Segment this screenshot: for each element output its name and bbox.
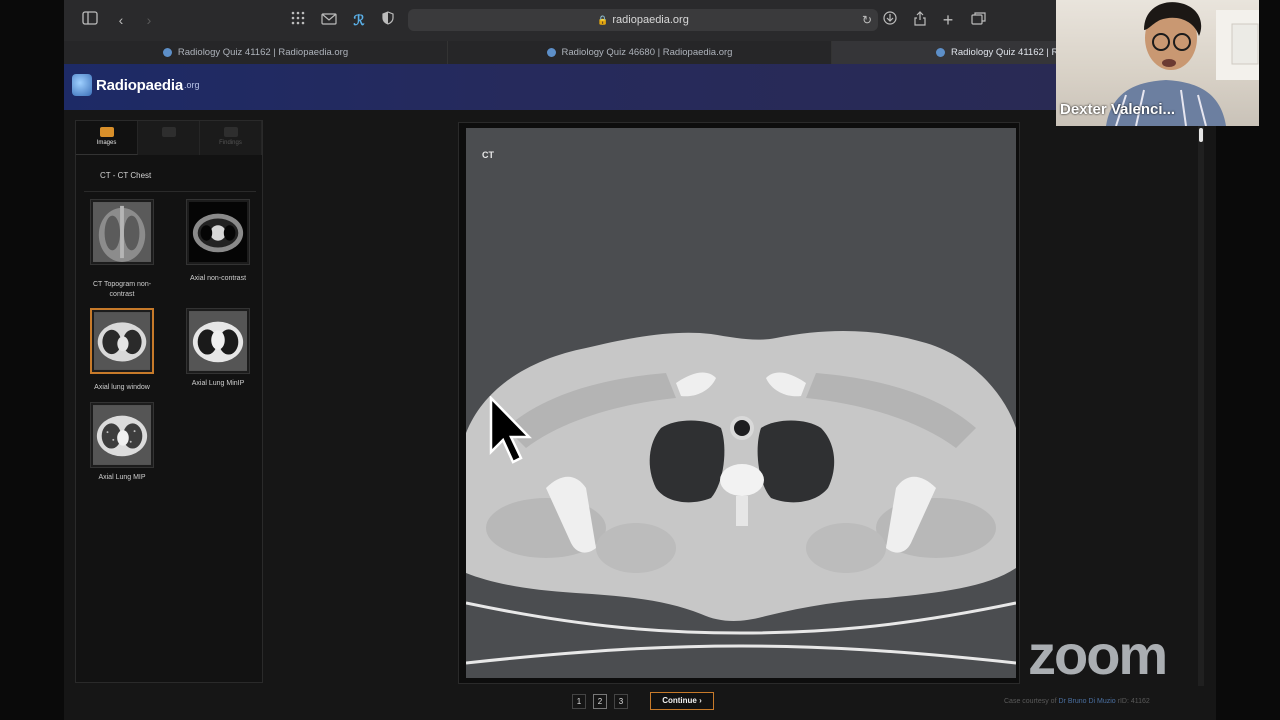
screen: ‹ › ℛ 🔒 radiopaedia.org ↻ + Radiology Qu… (0, 0, 1280, 720)
scrollbar[interactable] (1198, 126, 1204, 686)
mouse-cursor-icon (489, 396, 532, 464)
chevron-right-icon: › (699, 696, 702, 705)
ct-scan-image (466, 128, 1016, 678)
continue-label: Continue (662, 696, 697, 705)
thumbnail-topogram[interactable] (90, 199, 154, 265)
url-text: radiopaedia.org (612, 14, 689, 26)
axial-lung-minip-thumbnail-image (189, 311, 247, 371)
thumbnail-label: Axial Lung MinIP (191, 380, 245, 387)
rid-text: rID: 41162 (1117, 698, 1150, 705)
ct-image[interactable]: CT (466, 128, 1016, 678)
divider (84, 191, 256, 192)
forward-icon[interactable]: › (139, 11, 159, 29)
mail-icon[interactable] (319, 11, 339, 29)
download-icon[interactable] (880, 11, 900, 29)
browser-window: ‹ › ℛ 🔒 radiopaedia.org ↻ + Radiology Qu… (64, 0, 1216, 720)
axial-non-contrast-thumbnail-image (189, 202, 247, 262)
tab-quiz-46680[interactable]: Radiology Quiz 46680 | Radiopaedia.org (448, 41, 832, 64)
image-series-panel: Images Findings CT - CT Chest CT Topogra… (75, 120, 263, 683)
image-viewer[interactable]: CT (458, 122, 1020, 684)
extension-icon[interactable]: ℛ (349, 11, 369, 29)
thumbnail-label: Axial non-contrast (189, 275, 247, 282)
grid-icon[interactable] (288, 11, 308, 29)
reload-icon[interactable]: ↻ (862, 9, 872, 31)
tab-findings-label: Findings (219, 140, 242, 146)
findings-icon (223, 127, 238, 137)
tab-second[interactable] (138, 121, 200, 155)
tab-title: Radiology Quiz 41162 | Ra (951, 47, 1064, 58)
modality-label: CT (482, 150, 494, 160)
tab-findings[interactable]: Findings (200, 121, 262, 155)
axial-lung-mip-thumbnail-image (93, 405, 151, 465)
thumbnail-axial-lung-mip[interactable] (90, 402, 154, 468)
tab-title: Radiology Quiz 41162 | Radiopaedia.org (177, 47, 349, 58)
courtesy-prefix: Case courtesy of (1004, 698, 1057, 705)
site-header: Radiopaedia .org (64, 64, 1216, 110)
browser-toolbar: ‹ › ℛ 🔒 radiopaedia.org ↻ + (64, 0, 1216, 41)
thumbnail-label: CT Topogram non-contrast (92, 281, 152, 298)
share-icon[interactable] (910, 11, 930, 29)
tab-overview-icon[interactable] (968, 11, 988, 29)
page-1-button[interactable]: 1 (572, 693, 586, 709)
thumbnail-axial-lung-minip[interactable] (186, 308, 250, 374)
brain-logo-icon (72, 74, 92, 96)
thumbnail-label: Axial Lung MIP (98, 474, 146, 481)
thumbnail-axial-lung-window[interactable] (90, 308, 154, 374)
tab-title: Radiology Quiz 46680 | Radiopaedia.org (561, 47, 733, 58)
tab-bar: Radiology Quiz 41162 | Radiopaedia.org R… (64, 41, 1216, 64)
images-icon (99, 127, 114, 137)
axial-lung-window-thumbnail-image (94, 312, 150, 370)
page-3-button[interactable]: 3 (614, 693, 628, 709)
zoom-watermark: zoom (1028, 623, 1168, 686)
shield-icon[interactable] (378, 11, 398, 29)
thumbnail-label: Axial lung window (94, 384, 150, 391)
thumbnail-axial-non-contrast[interactable] (186, 199, 250, 265)
participant-name: Dexter Valenci... (1060, 101, 1176, 118)
image-pager: 1 2 3 Continue › (572, 692, 714, 710)
logo-text: Radiopaedia (96, 76, 183, 94)
radiopaedia-logo[interactable]: Radiopaedia .org (72, 74, 200, 96)
scrollbar-thumb[interactable] (1199, 128, 1203, 142)
case-courtesy: Case courtesy of Dr Bruno Di Muzio rID: … (1004, 698, 1150, 705)
address-bar[interactable]: 🔒 radiopaedia.org ↻ (408, 9, 878, 31)
favicon-icon (936, 48, 945, 57)
tab-images[interactable]: Images (76, 121, 138, 155)
lock-icon: 🔒 (597, 15, 609, 25)
page-2-button[interactable]: 2 (593, 693, 607, 709)
logo-suffix: .org (184, 80, 200, 90)
participant-video: Dexter Valenci... (1056, 0, 1259, 126)
topogram-thumbnail-image (93, 202, 151, 262)
favicon-icon (162, 48, 172, 57)
tab-images-label: Images (96, 140, 117, 146)
new-tab-icon[interactable]: + (938, 11, 958, 29)
continue-button[interactable]: Continue › (650, 692, 714, 710)
back-icon[interactable]: ‹ (111, 11, 131, 29)
sidebar-icon[interactable] (80, 11, 100, 29)
series-title: CT - CT Chest (100, 171, 152, 180)
courtesy-author-link[interactable]: Dr Bruno Di Muzio (1058, 698, 1115, 705)
favicon-icon (546, 48, 556, 57)
panel-tabs: Images Findings (76, 121, 264, 157)
panel-tab-icon (161, 127, 176, 137)
tab-quiz-41162[interactable]: Radiology Quiz 41162 | Radiopaedia.org (64, 41, 448, 64)
